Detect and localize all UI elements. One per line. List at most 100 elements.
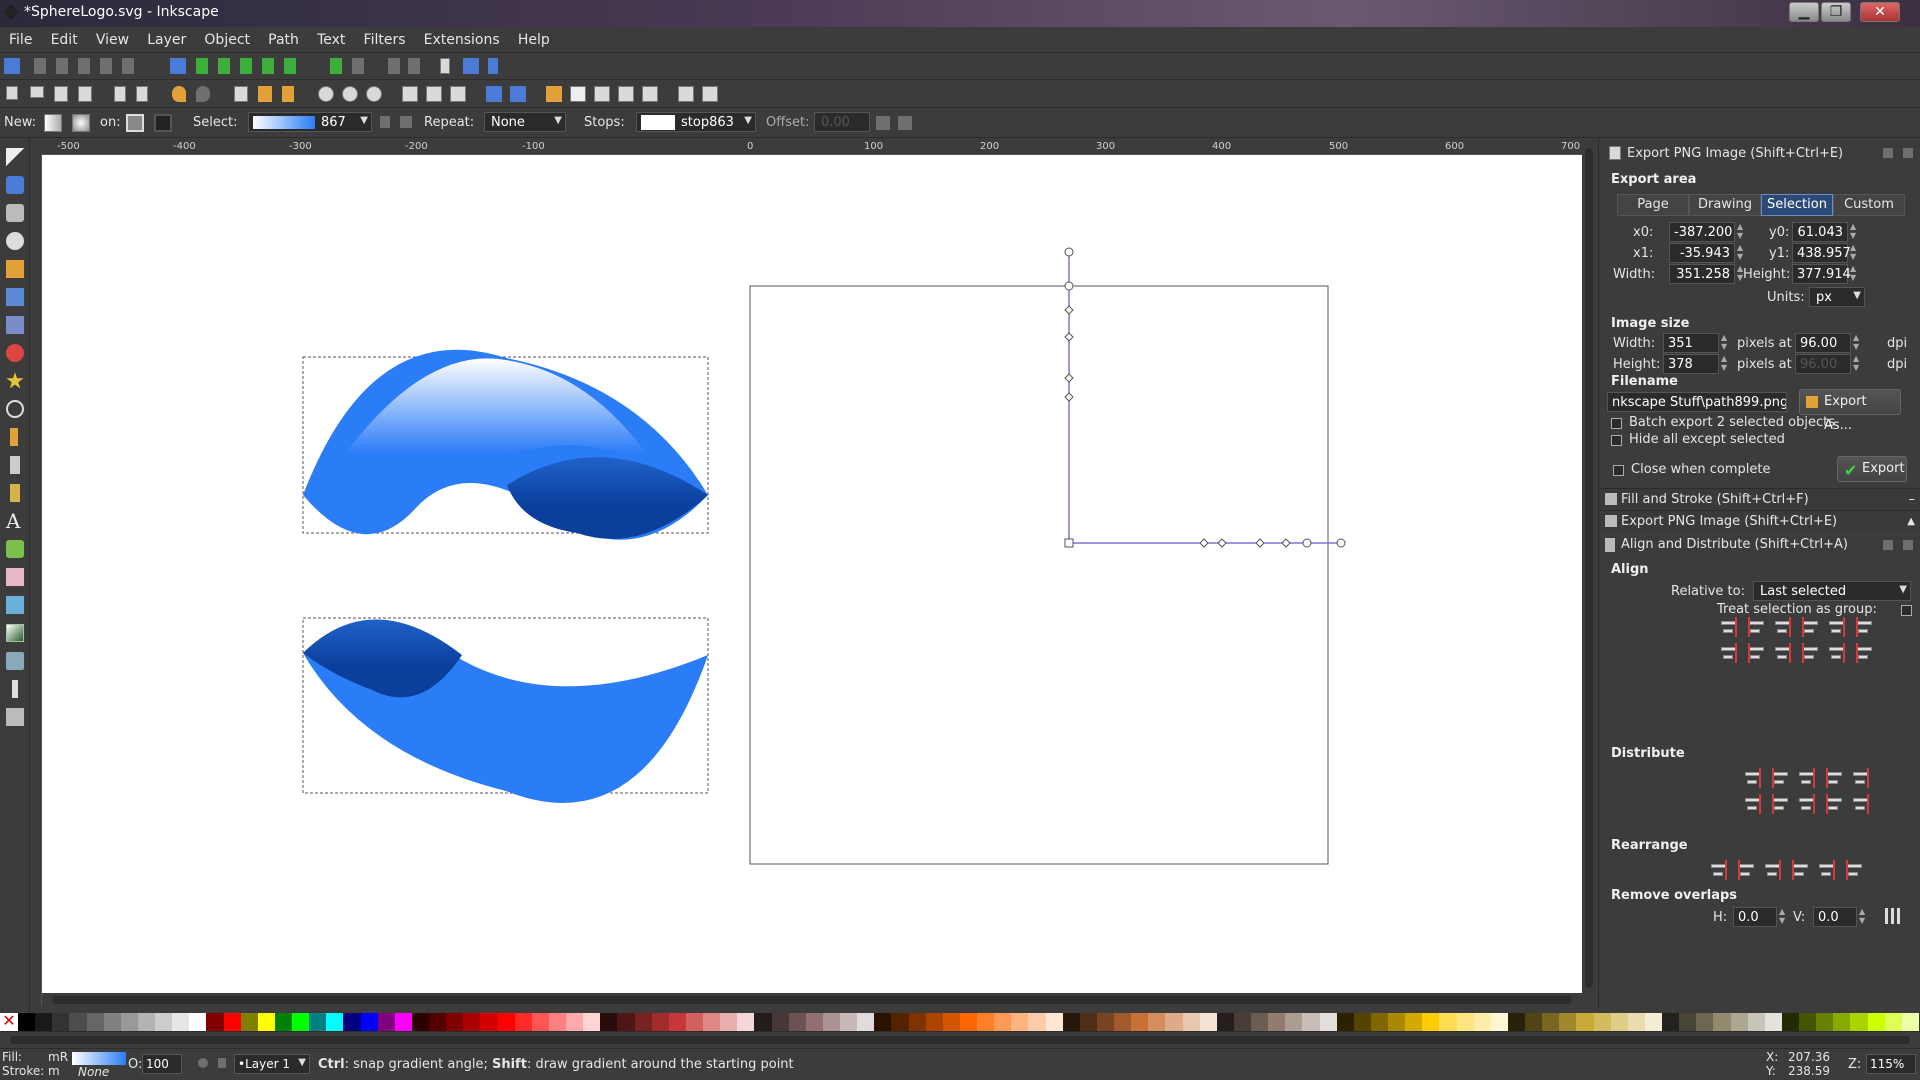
scroll-track[interactable] [10,1036,1910,1044]
palette-swatch[interactable] [1593,1013,1611,1031]
selector-tool-icon[interactable] [6,148,24,166]
height-spinner[interactable]: ▲ ▼ [1850,264,1858,284]
palette-swatch[interactable] [1233,1013,1251,1031]
palette-swatch[interactable] [1285,1013,1303,1031]
palette-swatch[interactable] [1114,1013,1132,1031]
palette-swatch[interactable] [1370,1013,1388,1031]
palette-swatch[interactable] [1799,1013,1817,1031]
x0-field[interactable]: -387.200 [1669,222,1735,242]
palette-swatch[interactable] [685,1013,703,1031]
opacity-input[interactable]: 100 [142,1054,182,1074]
align-right-to-left-icon[interactable] [1719,617,1739,637]
fill-swatch[interactable] [72,1052,126,1065]
distribute-right-icon[interactable] [1797,768,1817,788]
align-top-to-bottom-icon[interactable] [1827,643,1847,663]
align-baseline-vertical-icon[interactable] [1854,643,1874,663]
relative-to-combo[interactable]: Last selected ▼ [1753,581,1911,601]
scroll-track[interactable] [1585,148,1593,988]
dock-item-fill-stroke[interactable]: Fill and Stroke (Shift+Ctrl+F) – [1599,488,1920,510]
export-icon[interactable] [136,86,148,102]
palette-swatch[interactable] [343,1013,361,1031]
palette-swatch[interactable] [1644,1013,1662,1031]
export-button[interactable]: ✔ Export [1837,456,1907,482]
palette-swatch[interactable] [1045,1013,1063,1031]
calligraphy-tool-icon[interactable] [10,484,20,502]
menu-help[interactable]: Help [511,27,557,53]
rectangle-tool-icon[interactable] [6,288,24,306]
overlap-v-spinner[interactable]: ▲ ▼ [1859,907,1867,927]
distribute-gaps-h-icon[interactable] [1824,768,1844,788]
tab-custom[interactable]: Custom [1833,194,1905,216]
export-as-button[interactable]: Export As... [1799,389,1901,433]
palette-swatch[interactable] [822,1013,840,1031]
distribute-gaps-v-icon[interactable] [1824,794,1844,814]
palette-swatch[interactable] [720,1013,738,1031]
zoom-page-icon[interactable] [366,86,382,102]
overlap-v-field[interactable]: 0.0 [1813,907,1857,927]
align-top-edges-icon[interactable] [1746,643,1766,663]
color-palette[interactable]: ✕ [0,1013,1920,1031]
snap-page-border-icon[interactable] [440,58,450,74]
scroll-track[interactable] [52,996,1572,1004]
palette-swatch[interactable] [1867,1013,1885,1031]
filename-input[interactable]: nkscape Stuff\path899.png [1607,392,1787,412]
palette-swatch[interactable] [326,1013,344,1031]
distribute-center-h-icon[interactable] [1770,768,1790,788]
exchange-clockwise-icon[interactable] [1790,860,1810,880]
gradient-stop-handle[interactable] [1064,373,1074,383]
palette-swatch[interactable] [1182,1013,1200,1031]
zoom-tool-icon[interactable] [6,232,24,250]
palette-swatch[interactable] [925,1013,943,1031]
snap-object-midpoint-icon[interactable] [330,58,342,74]
gradient-start-handle[interactable] [1064,538,1074,548]
no-paint-swatch[interactable]: ✕ [0,1013,18,1031]
palette-swatch[interactable] [1388,1013,1406,1031]
palette-swatch[interactable] [942,1013,960,1031]
palette-swatch[interactable] [189,1013,207,1031]
palette-swatch[interactable] [377,1013,395,1031]
palette-swatch[interactable] [480,1013,498,1031]
palette-swatch[interactable] [737,1013,755,1031]
snap-paths-icon[interactable] [196,58,208,74]
menu-edit[interactable]: Edit [44,27,85,53]
palette-swatch[interactable] [805,1013,823,1031]
menu-filters[interactable]: Filters [357,27,413,53]
palette-swatch[interactable] [977,1013,995,1031]
snap-enable-icon[interactable] [4,58,20,74]
pencil-tool-icon[interactable] [10,428,18,446]
exchange-z-order-icon[interactable] [1763,860,1783,880]
palette-swatch[interactable] [446,1013,464,1031]
y1-spinner[interactable]: ▲ ▼ [1850,243,1858,263]
image-height-field[interactable]: 378 [1663,354,1719,374]
node-tool-icon[interactable] [6,176,24,194]
palette-swatch[interactable] [651,1013,669,1031]
align-left-edges-icon[interactable] [1746,617,1766,637]
palette-swatch[interactable] [583,1013,601,1031]
fill-target-icon[interactable] [126,114,144,132]
palette-swatch[interactable] [1302,1013,1320,1031]
reverse-icon[interactable] [400,116,412,128]
palette-swatch[interactable] [1490,1013,1508,1031]
palette-swatch[interactable] [18,1013,36,1031]
palette-swatch[interactable] [1747,1013,1765,1031]
connector-tool-icon[interactable] [6,708,24,726]
palette-swatch[interactable] [1473,1013,1491,1031]
add-stop-icon[interactable] [876,116,890,130]
palette-swatch[interactable] [857,1013,875,1031]
width-field[interactable]: 351.258 [1669,264,1735,284]
palette-swatch[interactable] [1713,1013,1731,1031]
drawing-canvas[interactable] [42,155,1582,993]
text-font-icon[interactable] [570,86,586,102]
palette-swatch[interactable] [959,1013,977,1031]
eraser-tool-icon[interactable] [6,568,24,586]
snap-bbox-corner-icon[interactable] [78,58,90,74]
menu-text[interactable]: Text [310,27,352,53]
3d-box-tool-icon[interactable] [6,316,24,334]
dock-float-icon[interactable] [1883,148,1893,158]
palette-swatch[interactable] [69,1013,87,1031]
close-icon[interactable] [1903,148,1913,158]
y0-spinner[interactable]: ▲ ▼ [1850,222,1858,242]
palette-swatch[interactable] [1730,1013,1748,1031]
dpi-spinner[interactable]: ▲ ▼ [1853,333,1861,353]
lock-icon[interactable] [380,116,390,128]
